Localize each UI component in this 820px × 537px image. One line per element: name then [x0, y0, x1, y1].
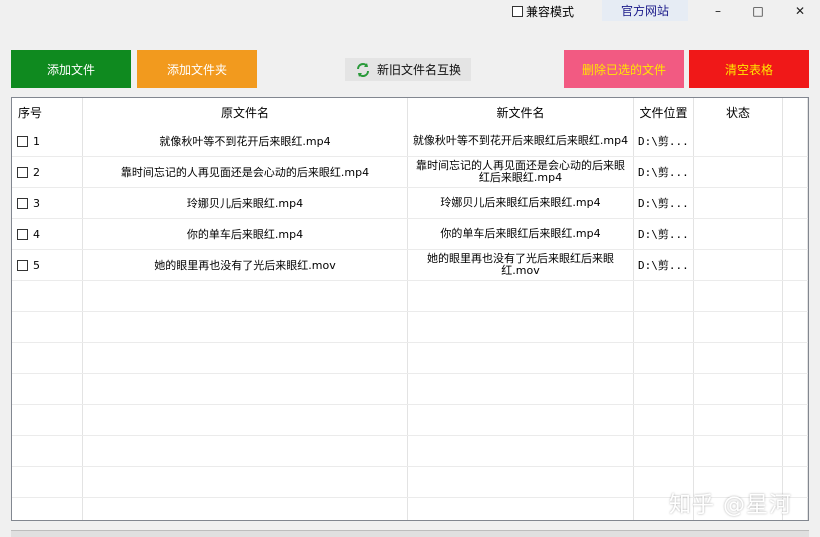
row-new-name: 玲娜贝儿后来眼红后来眼红.mp4 [408, 188, 634, 218]
delete-selected-button[interactable]: 删除已选的文件 [564, 50, 684, 88]
close-button[interactable]: ✕ [780, 0, 820, 21]
add-folder-button[interactable]: 添加文件夹 [137, 50, 257, 88]
watermark: 知乎 @星河 [669, 493, 792, 518]
file-table[interactable]: 序号 原文件名 新文件名 文件位置 状态 1 就像秋叶等不到花开后来眼红.mp4… [11, 97, 809, 521]
row-location: D:\剪... [634, 188, 694, 218]
official-website-button[interactable]: 官方网站 [602, 0, 688, 21]
row-checkbox[interactable] [17, 197, 28, 209]
empty-row [12, 343, 808, 374]
row-original-name: 她的眼里再也没有了光后来眼红.mov [83, 250, 408, 280]
row-location: D:\剪... [634, 126, 694, 156]
row-status [694, 188, 783, 218]
row-status [694, 157, 783, 187]
row-seq: 3 [33, 196, 40, 210]
row-new-name: 你的单车后来眼红后来眼红.mp4 [408, 219, 634, 249]
maximize-button[interactable]: □ [738, 0, 778, 21]
compat-mode-label: 兼容模式 [526, 4, 575, 19]
empty-row [12, 312, 808, 343]
row-location: D:\剪... [634, 219, 694, 249]
row-status [694, 219, 783, 249]
clear-table-button[interactable]: 清空表格 [689, 50, 809, 88]
row-location: D:\剪... [634, 250, 694, 280]
table-row[interactable]: 4 你的单车后来眼红.mp4 你的单车后来眼红后来眼红.mp4 D:\剪... [12, 219, 808, 250]
table-row[interactable]: 3 玲娜贝儿后来眼红.mp4 玲娜贝儿后来眼红后来眼红.mp4 D:\剪... [12, 188, 808, 219]
header-new-name[interactable]: 新文件名 [408, 98, 634, 126]
table-row[interactable]: 5 她的眼里再也没有了光后来眼红.mov 她的眼里再也没有了光后来眼红后来眼红.… [12, 250, 808, 281]
row-seq: 5 [33, 258, 40, 272]
compat-mode-checkbox[interactable]: 兼容模式 [512, 3, 574, 19]
swap-names-label: 新旧文件名互换 [376, 63, 461, 77]
header-status[interactable]: 状态 [694, 98, 783, 126]
row-new-name: 就像秋叶等不到花开后来眼红后来眼红.mp4 [408, 126, 634, 156]
minimize-button[interactable]: – [698, 0, 738, 21]
row-checkbox[interactable] [17, 228, 28, 240]
empty-row [12, 405, 808, 436]
row-seq: 4 [33, 227, 40, 241]
header-spacer [783, 98, 808, 126]
row-seq: 2 [33, 165, 40, 179]
header-location[interactable]: 文件位置 [634, 98, 694, 126]
row-original-name: 靠时间忘记的人再见面还是会心动的后来眼红.mp4 [83, 157, 408, 187]
table-row[interactable]: 2 靠时间忘记的人再见面还是会心动的后来眼红.mp4 靠时间忘记的人再见面还是会… [12, 157, 808, 188]
table-header: 序号 原文件名 新文件名 文件位置 状态 [12, 98, 808, 126]
row-original-name: 你的单车后来眼红.mp4 [83, 219, 408, 249]
empty-row [12, 436, 808, 467]
row-original-name: 就像秋叶等不到花开后来眼红.mp4 [83, 126, 408, 156]
refresh-icon [356, 62, 369, 77]
row-status [694, 126, 783, 156]
header-original-name[interactable]: 原文件名 [83, 98, 408, 126]
empty-row [12, 281, 808, 312]
row-new-name: 靠时间忘记的人再见面还是会心动的后来眼红后来眼红.mp4 [408, 157, 634, 187]
row-new-name: 她的眼里再也没有了光后来眼红后来眼红.mov [408, 250, 634, 280]
row-location: D:\剪... [634, 157, 694, 187]
checkbox-box[interactable] [512, 5, 523, 17]
swap-names-button[interactable]: 新旧文件名互换 [345, 58, 471, 81]
table-row[interactable]: 1 就像秋叶等不到花开后来眼红.mp4 就像秋叶等不到花开后来眼红后来眼红.mp… [12, 126, 808, 157]
header-seq[interactable]: 序号 [12, 98, 83, 126]
row-status [694, 250, 783, 280]
row-checkbox[interactable] [17, 259, 28, 271]
row-checkbox[interactable] [17, 135, 28, 147]
row-original-name: 玲娜贝儿后来眼红.mp4 [83, 188, 408, 218]
empty-row [12, 374, 808, 405]
row-checkbox[interactable] [17, 166, 28, 178]
add-file-button[interactable]: 添加文件 [11, 50, 131, 88]
row-seq: 1 [33, 134, 40, 148]
